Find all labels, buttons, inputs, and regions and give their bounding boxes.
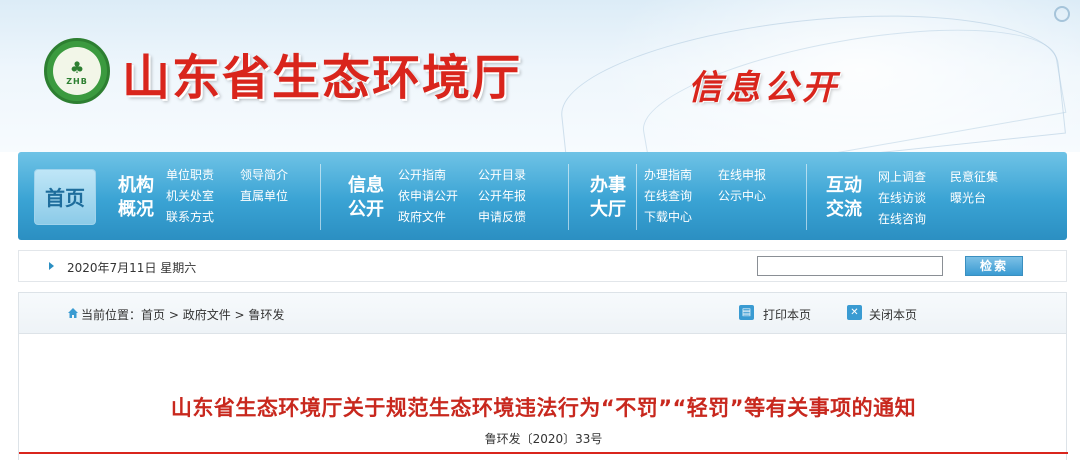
close-icon[interactable]: ✕ xyxy=(847,305,862,320)
breadcrumb-gov-docs[interactable]: 政府文件 xyxy=(183,308,231,322)
site-title: 山东省生态环境厅 xyxy=(122,50,523,106)
nav-home-button[interactable]: 首页 xyxy=(34,169,96,225)
nav-link-exposure[interactable]: 曝光台 xyxy=(950,191,986,205)
nav-link-opinions[interactable]: 民意征集 xyxy=(950,170,998,184)
nav-link-annual-report[interactable]: 公开年报 xyxy=(478,189,526,203)
nav-link-gov-docs[interactable]: 政府文件 xyxy=(398,210,446,224)
nav-category-info[interactable]: 信息 公开 xyxy=(344,174,388,222)
title-divider xyxy=(19,452,1068,454)
section-title: 信息公开 xyxy=(688,68,840,108)
nav-category-label: 机构 xyxy=(118,175,154,196)
print-page-link[interactable]: 打印本页 xyxy=(763,306,811,323)
nav-divider xyxy=(320,164,321,230)
nav-category-label: 信息 xyxy=(348,175,384,196)
nav-category-label: 办事 xyxy=(590,175,626,196)
header-banner: ♣ ZHB 山东省生态环境厅 信息公开 xyxy=(0,0,1080,152)
nav-divider xyxy=(636,164,637,230)
nav-divider xyxy=(568,164,569,230)
print-icon[interactable]: ▤ xyxy=(739,305,754,320)
breadcrumb: 当前位置：首页 > 政府文件 > 鲁环发 xyxy=(81,306,284,323)
nav-link-leaders[interactable]: 领导简介 xyxy=(240,168,288,182)
nav-divider xyxy=(806,164,807,230)
breadcrumb-separator: > xyxy=(230,308,249,322)
close-page-link[interactable]: 关闭本页 xyxy=(869,306,917,323)
home-icon xyxy=(68,308,78,318)
nav-link-consult[interactable]: 在线咨询 xyxy=(878,212,926,226)
breadcrumb-home[interactable]: 首页 xyxy=(141,308,165,322)
search-input[interactable] xyxy=(757,256,943,276)
nav-link-survey[interactable]: 网上调查 xyxy=(878,170,926,184)
nav-link-interviews[interactable]: 在线访谈 xyxy=(878,191,926,205)
main-navigation: 首页 机构 概况 单位职责 领导简介 机关处室 直属单位 联系方式 信息 公开 … xyxy=(18,152,1067,240)
nav-link-contact[interactable]: 联系方式 xyxy=(166,210,214,224)
nav-link-offices[interactable]: 机关处室 xyxy=(166,189,214,203)
breadcrumb-separator: > xyxy=(165,308,183,322)
nav-category-label: 公开 xyxy=(348,199,384,220)
department-logo-icon: ♣ ZHB xyxy=(44,38,110,104)
nav-link-apply[interactable]: 依申请公开 xyxy=(398,189,458,203)
arrow-right-icon xyxy=(49,262,54,270)
nav-link-catalog[interactable]: 公开目录 xyxy=(478,168,526,182)
article-content: 山东省生态环境厅关于规范生态环境违法行为“不罚”“轻罚”等有关事项的通知 鲁环发… xyxy=(18,334,1068,460)
breadcrumb-current[interactable]: 鲁环发 xyxy=(248,308,284,322)
banner-ring-decoration xyxy=(1054,6,1070,22)
nav-link-downloads[interactable]: 下载中心 xyxy=(644,210,692,224)
nav-category-services[interactable]: 办事 大厅 xyxy=(586,174,630,222)
nav-link-notice-center[interactable]: 公示中心 xyxy=(718,189,766,203)
breadcrumb-prefix: 当前位置： xyxy=(81,308,142,322)
article-title: 山东省生态环境厅关于规范生态环境违法行为“不罚”“轻罚”等有关事项的通知 xyxy=(170,396,917,420)
date-search-bar: 2020年7月11日 星期六 检索 xyxy=(18,250,1067,282)
nav-category-label: 交流 xyxy=(826,199,862,220)
current-date: 2020年7月11日 星期六 xyxy=(67,261,197,275)
nav-link-procedures[interactable]: 办理指南 xyxy=(644,168,692,182)
nav-link-online-query[interactable]: 在线查询 xyxy=(644,189,692,203)
nav-category-label: 概况 xyxy=(118,199,154,220)
search-button[interactable]: 检索 xyxy=(965,256,1023,276)
nav-link-online-apply[interactable]: 在线申报 xyxy=(718,168,766,182)
nav-link-guide[interactable]: 公开指南 xyxy=(398,168,446,182)
document-number: 鲁环发〔2020〕33号 xyxy=(484,432,603,446)
nav-link-affiliated[interactable]: 直属单位 xyxy=(240,189,288,203)
nav-category-interaction[interactable]: 互动 交流 xyxy=(822,174,866,222)
nav-category-label: 大厅 xyxy=(590,199,626,220)
nav-category-org[interactable]: 机构 概况 xyxy=(114,174,158,222)
location-bar: 当前位置：首页 > 政府文件 > 鲁环发 ▤ 打印本页 ✕ 关闭本页 xyxy=(18,292,1067,334)
nav-link-duties[interactable]: 单位职责 xyxy=(166,168,214,182)
nav-link-feedback[interactable]: 申请反馈 xyxy=(478,210,526,224)
logo-text: ZHB xyxy=(66,77,88,86)
nav-category-label: 互动 xyxy=(826,175,862,196)
